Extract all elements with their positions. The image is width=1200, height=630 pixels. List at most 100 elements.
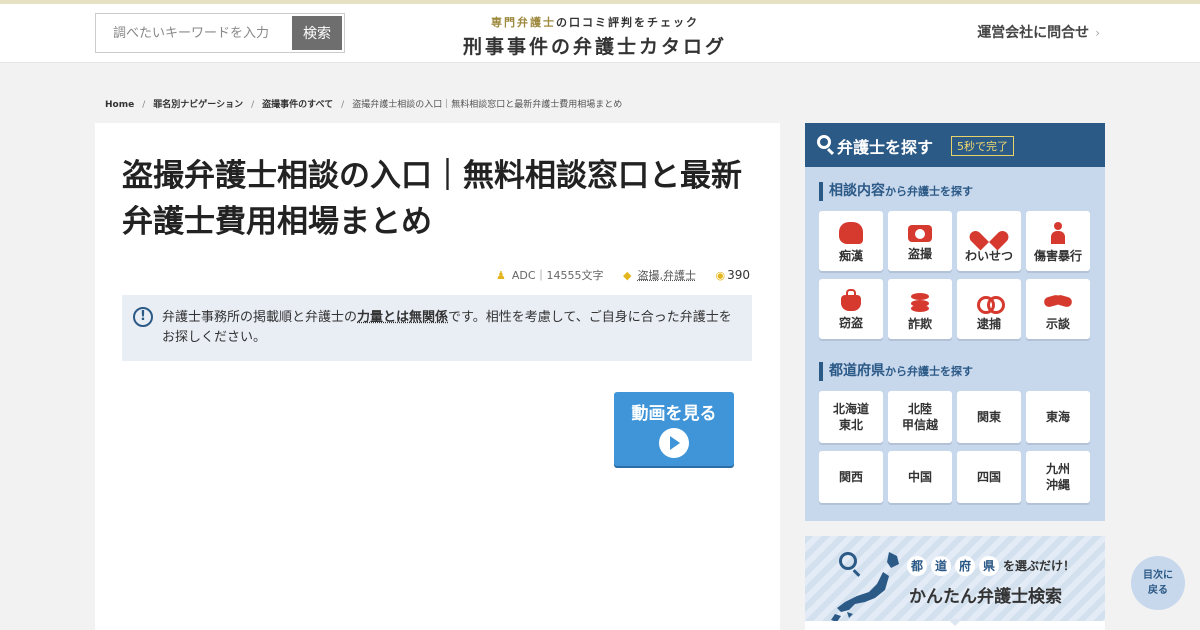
broken-heart-icon <box>977 222 1001 244</box>
user-icon: ♟ <box>495 269 506 282</box>
exclamation-icon: ! <box>133 307 153 327</box>
region-tile-label: 四国 <box>976 470 1001 484</box>
tag-link-bengoshi[interactable]: 弁護士 <box>663 269 696 282</box>
play-icon <box>659 428 689 458</box>
toc-label-line2: 戻る <box>1148 585 1168 596</box>
bag-icon <box>841 289 861 311</box>
banner-char: 府 <box>955 556 975 576</box>
tag-link-tousatsu[interactable]: 盗撮 <box>637 269 659 282</box>
sidebar-badge: 5秒で完了 <box>951 136 1014 156</box>
crime-tile-shougai[interactable]: 傷害暴行 <box>1026 211 1090 271</box>
sidebar-header: 弁護士を探す 5秒で完了 <box>805 123 1105 167</box>
logo-tagline-rest: の口コミ評判をチェック <box>556 16 699 29</box>
article-main: 盗撮弁護士相談の入口｜無料相談窓口と最新弁護士費用相場まとめ ♟ ADC｜1455… <box>95 123 780 630</box>
region-tile-kyushu-okinawa[interactable]: 九州 沖縄 <box>1026 451 1090 503</box>
toc-label-line1: 目次に <box>1143 570 1173 581</box>
search-input[interactable] <box>96 14 292 52</box>
region-tile-label: 関東 <box>976 410 1001 424</box>
crime-tile-settou[interactable]: 窃盗 <box>819 279 883 339</box>
region-tile-label: 関西 <box>838 470 863 484</box>
breadcrumb-crime-nav[interactable]: 罪名別ナビゲーション <box>153 100 243 110</box>
breadcrumb-current: 盗撮弁護士相談の入口｜無料相談窓口と最新弁護士費用相場まとめ <box>352 100 623 110</box>
region-tile-chugoku[interactable]: 中国 <box>888 451 952 503</box>
notice-text: 弁護士事務所の掲載順と弁護士の力量とは無関係です。相性を考慮して、ご自身に合った… <box>162 308 737 348</box>
section-heading-consultation-strong: 相談内容 <box>829 183 885 199</box>
author-info: ADC｜14555文字 <box>511 269 604 282</box>
region-tile-label: 中国 <box>907 470 932 484</box>
breadcrumb: Home / 罪名別ナビゲーション / 盗撮事件のすべて / 盗撮弁護士相談の入口｜無料相談… <box>105 97 622 110</box>
crime-tile-label: 痴漢 <box>838 249 863 263</box>
crime-tile-label: 示談 <box>1045 317 1070 331</box>
section-heading-consultation: 相談内容から弁護士を探す <box>819 182 973 201</box>
tag-icon: ◆ <box>623 269 632 282</box>
handshake-icon <box>1046 290 1070 312</box>
notice-box: ! 弁護士事務所の掲載順と弁護士の力量とは無関係です。相性を考慮して、ご自身に合… <box>122 295 752 361</box>
lawyer-search-sidebar: 弁護士を探す 5秒で完了 相談内容から弁護士を探す 痴漢 盗撮 わいせつ 傷害暴… <box>805 123 1105 521</box>
coins-icon <box>908 290 932 312</box>
section-heading-prefecture: 都道府県から弁護士を探す <box>819 362 973 381</box>
contact-link[interactable]: 運営会社に問合せ › <box>977 22 1100 42</box>
region-tile-kansai[interactable]: 関西 <box>819 451 883 503</box>
region-tile-label: 東海 <box>1045 410 1070 424</box>
camera-icon <box>908 225 932 242</box>
search-button[interactable]: 検索 <box>292 16 342 50</box>
breadcrumb-home[interactable]: Home <box>105 100 134 110</box>
person-icon <box>1046 222 1070 244</box>
notice-text-emphasis: 力量とは無関係 <box>357 310 449 325</box>
section-heading-consultation-small: から弁護士を探す <box>885 185 973 198</box>
breadcrumb-category[interactable]: 盗撮事件のすべて <box>262 100 333 110</box>
region-grid: 北海道 東北 北陸 甲信越 関東 東海 関西 中国 四国 九州 沖縄 <box>819 391 1090 503</box>
banner-notch <box>948 619 962 626</box>
banner-char: 道 <box>931 556 951 576</box>
breadcrumb-separator: / <box>341 100 345 110</box>
banner-line1: 都道府県を選ぶだけ！ <box>907 556 1075 576</box>
crime-tile-label: 詐欺 <box>907 317 932 331</box>
region-tile-tokai[interactable]: 東海 <box>1026 391 1090 443</box>
banner-char: 都 <box>907 556 927 576</box>
section-heading-prefecture-strong: 都道府県 <box>829 363 885 379</box>
handcuffs-icon <box>977 290 1005 314</box>
crime-tile-chikan[interactable]: 痴漢 <box>819 211 883 271</box>
sidebar-title: 弁護士を探す <box>837 138 934 157</box>
crime-tile-label: 盗撮 <box>907 247 932 261</box>
crime-tile-label: 窃盗 <box>838 316 863 330</box>
view-count: 390 <box>727 268 750 282</box>
back-to-toc-button[interactable]: 目次に 戻る <box>1131 556 1185 610</box>
logo-tagline: 専門弁護士の口コミ評判をチェック <box>440 14 750 30</box>
breadcrumb-separator: / <box>251 100 255 110</box>
article-meta: ♟ ADC｜14555文字 ◆ 盗撮,弁護士 ◉ 390 <box>480 267 750 283</box>
banner-line2: かんたん弁護士検索 <box>909 587 1062 607</box>
view-count-icon: ◉ <box>715 269 726 282</box>
crime-tile-sagi[interactable]: 詐欺 <box>888 279 952 339</box>
region-tile-shikoku[interactable]: 四国 <box>957 451 1021 503</box>
crime-tile-taiho[interactable]: 逮捕 <box>957 279 1021 339</box>
banner-search-icon <box>839 552 857 570</box>
prefecture-search-banner[interactable]: 都道府県を選ぶだけ！ かんたん弁護士検索 <box>805 536 1105 630</box>
crime-tile-label: わいせつ <box>964 249 1013 263</box>
search-form: 検索 <box>95 13 345 53</box>
crime-tile-jidan[interactable]: 示談 <box>1026 279 1090 339</box>
region-tile-kanto[interactable]: 関東 <box>957 391 1021 443</box>
watch-video-button[interactable]: 動画を見る <box>614 392 734 466</box>
crime-tile-tousatsu[interactable]: 盗撮 <box>888 211 952 271</box>
site-header: 検索 専門弁護士の口コミ評判をチェック 刑事事件の弁護士カタログ 運営会社に問合… <box>0 4 1200 63</box>
section-heading-prefecture-small: から弁護士を探す <box>885 365 973 378</box>
chevron-right-icon: › <box>1095 26 1100 40</box>
logo-tagline-highlight: 専門弁護士 <box>491 16 556 29</box>
hand-icon <box>839 222 863 244</box>
article-title: 盗撮弁護士相談の入口｜無料相談窓口と最新弁護士費用相場まとめ <box>122 158 742 240</box>
region-tile-hokkaido-tohoku[interactable]: 北海道 東北 <box>819 391 883 443</box>
site-logo[interactable]: 専門弁護士の口コミ評判をチェック 刑事事件の弁護士カタログ <box>440 14 750 59</box>
region-tile-hokuriku-koshinetsu[interactable]: 北陸 甲信越 <box>888 391 952 443</box>
crime-tile-label: 傷害暴行 <box>1033 249 1082 263</box>
region-tile-label: 北海道 東北 <box>832 402 869 432</box>
notice-text-pre: 弁護士事務所の掲載順と弁護士の <box>162 310 358 325</box>
search-icon <box>817 135 831 149</box>
breadcrumb-separator: / <box>142 100 146 110</box>
crime-category-grid: 痴漢 盗撮 わいせつ 傷害暴行 窃盗 詐欺 逮捕 示談 <box>819 211 1090 339</box>
contact-label: 運営会社に問合せ <box>977 25 1090 41</box>
banner-char: 県 <box>979 556 999 576</box>
crime-tile-label: 逮捕 <box>976 317 1001 331</box>
crime-tile-waisetsu[interactable]: わいせつ <box>957 211 1021 271</box>
logo-title: 刑事事件の弁護士カタログ <box>462 36 727 58</box>
